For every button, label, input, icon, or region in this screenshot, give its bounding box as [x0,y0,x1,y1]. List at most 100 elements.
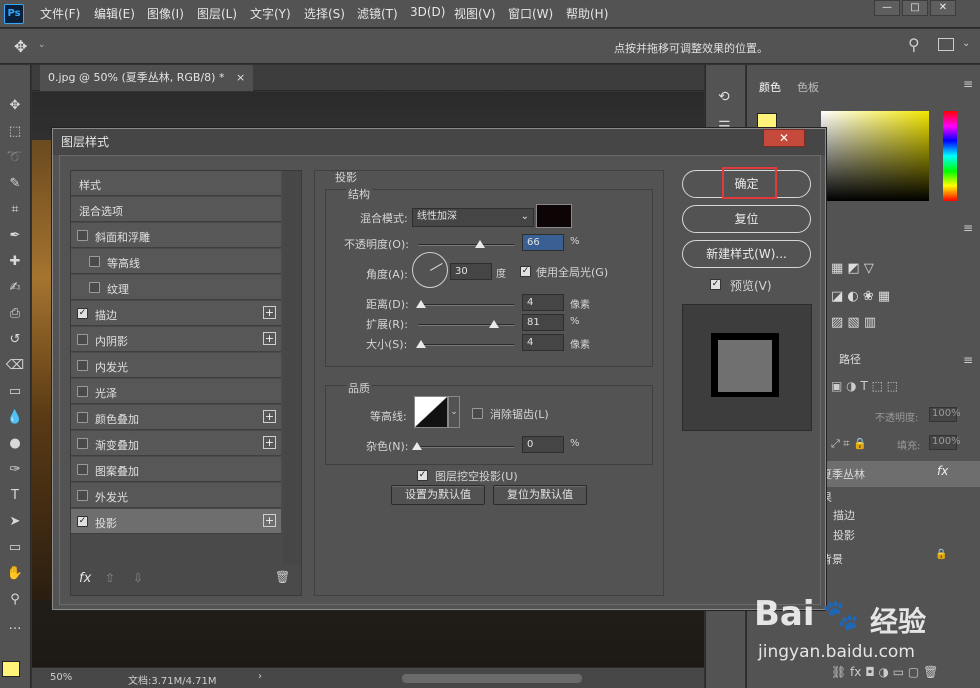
adjustment-icons-row-2[interactable]: ◪ ◐ ❀ ▦ [831,289,890,304]
panel-menu-icon[interactable]: ≡ [963,77,973,91]
opacity-field[interactable]: 100% [929,407,961,422]
dialog-close-button[interactable]: ✕ [763,129,805,147]
opacity-slider-track[interactable] [418,244,514,246]
layer-filter-icons[interactable]: ▣ ◑ T ⬚ ⬚ [831,379,898,393]
horizontal-scrollbar[interactable] [402,674,582,683]
style-list-item[interactable]: 混合选项 [71,197,281,222]
document-tab[interactable]: 0.jpg @ 50% (夏季丛林, RGB/8) * × [40,65,254,91]
trash-icon[interactable]: 🗑 [275,570,290,584]
zoom-icon[interactable]: ⚲ [5,591,25,609]
minimize-button[interactable]: — [874,0,900,16]
fill-field[interactable]: 100% [929,435,961,450]
adjustment-icons-row[interactable]: ▦ ◩ ▽ [831,261,874,276]
knockout-checkbox[interactable]: ✓ [417,470,428,481]
opacity-input[interactable]: 66 [522,234,564,251]
menu-select[interactable]: 选择(S) [304,5,345,22]
add-effect-icon[interactable]: + [263,332,276,345]
checkbox[interactable] [77,230,88,241]
tab-swatches[interactable]: 色板 [797,79,819,95]
style-list-item[interactable]: 内发光 [71,353,281,378]
reset-default-button[interactable]: 复位为默认值 [493,485,587,505]
size-slider-thumb[interactable] [416,340,426,348]
dodge-icon[interactable]: ● [5,435,25,453]
checkbox[interactable] [77,360,88,371]
style-list-scrollbar[interactable] [283,171,301,565]
spread-input[interactable]: 81 [522,314,564,331]
hue-slider[interactable] [943,111,957,201]
close-window-button[interactable]: ✕ [930,0,956,16]
close-tab-icon[interactable]: × [236,71,245,84]
healing-icon[interactable]: ✚ [5,253,25,271]
gradient-icon[interactable]: ▭ [5,383,25,401]
new-style-button[interactable]: 新建样式(W)... [682,240,811,268]
fx-icon[interactable]: fx [937,464,948,478]
angle-input[interactable]: 30 [450,263,492,280]
style-list-item[interactable]: 斜面和浮雕 [71,223,281,248]
style-list-item[interactable]: 内阴影 + [71,327,281,352]
chevron-right-icon[interactable]: › [258,671,262,682]
shadow-color-swatch[interactable] [536,204,572,228]
tab-paths[interactable]: 路径 [839,351,861,367]
rectangle-icon[interactable]: ▭ [5,539,25,557]
style-list-item-selected[interactable]: ✓ 投影 + [71,509,281,534]
style-list-item[interactable]: 纹理 [71,275,281,300]
color-picker-field[interactable] [821,111,929,201]
distance-slider-thumb[interactable] [416,300,426,308]
crop-icon[interactable]: ⌗ [5,201,25,219]
more-tools-icon[interactable]: … [5,617,25,635]
angle-dial[interactable] [412,252,448,288]
noise-slider-track[interactable] [418,446,514,448]
quick-select-icon[interactable]: ✎ [5,175,25,193]
search-icon[interactable]: ⚲ [908,35,920,54]
eyedropper-icon[interactable]: ✒ [5,227,25,245]
layer-name[interactable]: 夏季丛林 [821,466,865,482]
distance-input[interactable]: 4 [522,294,564,311]
blend-mode-select[interactable]: 线性加深 ⌄ [412,208,534,227]
distance-slider-track[interactable] [418,304,514,306]
move-icon[interactable]: ✥ [5,97,25,115]
checkbox[interactable] [77,334,88,345]
chevron-down-icon[interactable]: ⌄ [38,40,46,50]
history-panel-icon[interactable]: ⟲ [718,89,730,105]
menu-edit[interactable]: 编辑(E) [94,5,135,22]
spread-slider-thumb[interactable] [489,320,499,328]
move-tool-icon[interactable]: ✥ [14,37,27,56]
menu-type[interactable]: 文字(Y) [250,5,291,22]
checkbox-checked[interactable]: ✓ [77,516,88,527]
layer-effect-drop-shadow[interactable]: 投影 [833,527,855,543]
reset-button[interactable]: 复位 [682,205,811,233]
set-default-button[interactable]: 设置为默认值 [391,485,485,505]
checkbox[interactable] [77,438,88,449]
menu-window[interactable]: 窗口(W) [508,5,553,22]
contour-preview[interactable] [414,396,448,428]
opacity-slider-thumb[interactable] [475,240,485,248]
style-list-item[interactable]: 图案叠加 [71,457,281,482]
move-up-icon[interactable]: ⇧ [105,571,115,585]
menu-view[interactable]: 视图(V) [454,5,496,22]
add-effect-icon[interactable]: + [263,306,276,319]
panel-menu-icon[interactable]: ≡ [963,353,973,367]
menu-help[interactable]: 帮助(H) [566,5,608,22]
checkbox[interactable] [77,412,88,423]
path-select-icon[interactable]: ➤ [5,513,25,531]
global-light-checkbox[interactable]: ✓ [520,266,531,277]
add-effect-icon[interactable]: + [263,436,276,449]
menu-layer[interactable]: 图层(L) [197,5,237,22]
eraser-icon[interactable]: ⌫ [5,357,25,375]
history-brush-icon[interactable]: ↺ [5,331,25,349]
size-input[interactable]: 4 [522,334,564,351]
chevron-down-icon[interactable]: ⌄ [962,38,970,49]
checkbox[interactable] [89,256,100,267]
menu-image[interactable]: 图像(I) [147,5,184,22]
antialias-checkbox[interactable] [472,408,483,419]
style-list-item[interactable]: 颜色叠加 + [71,405,281,430]
lasso-icon[interactable]: ➰ [5,149,25,167]
stamp-icon[interactable]: ⎙ [5,305,25,323]
size-slider-track[interactable] [418,344,514,346]
style-list-item[interactable]: 样式 [71,171,281,196]
preview-checkbox[interactable]: ✓ [710,279,721,290]
menu-file[interactable]: 文件(F) [40,5,80,22]
blur-icon[interactable]: 💧 [5,409,25,427]
pen-icon[interactable]: ✑ [5,461,25,479]
style-list-item[interactable]: 渐变叠加 + [71,431,281,456]
